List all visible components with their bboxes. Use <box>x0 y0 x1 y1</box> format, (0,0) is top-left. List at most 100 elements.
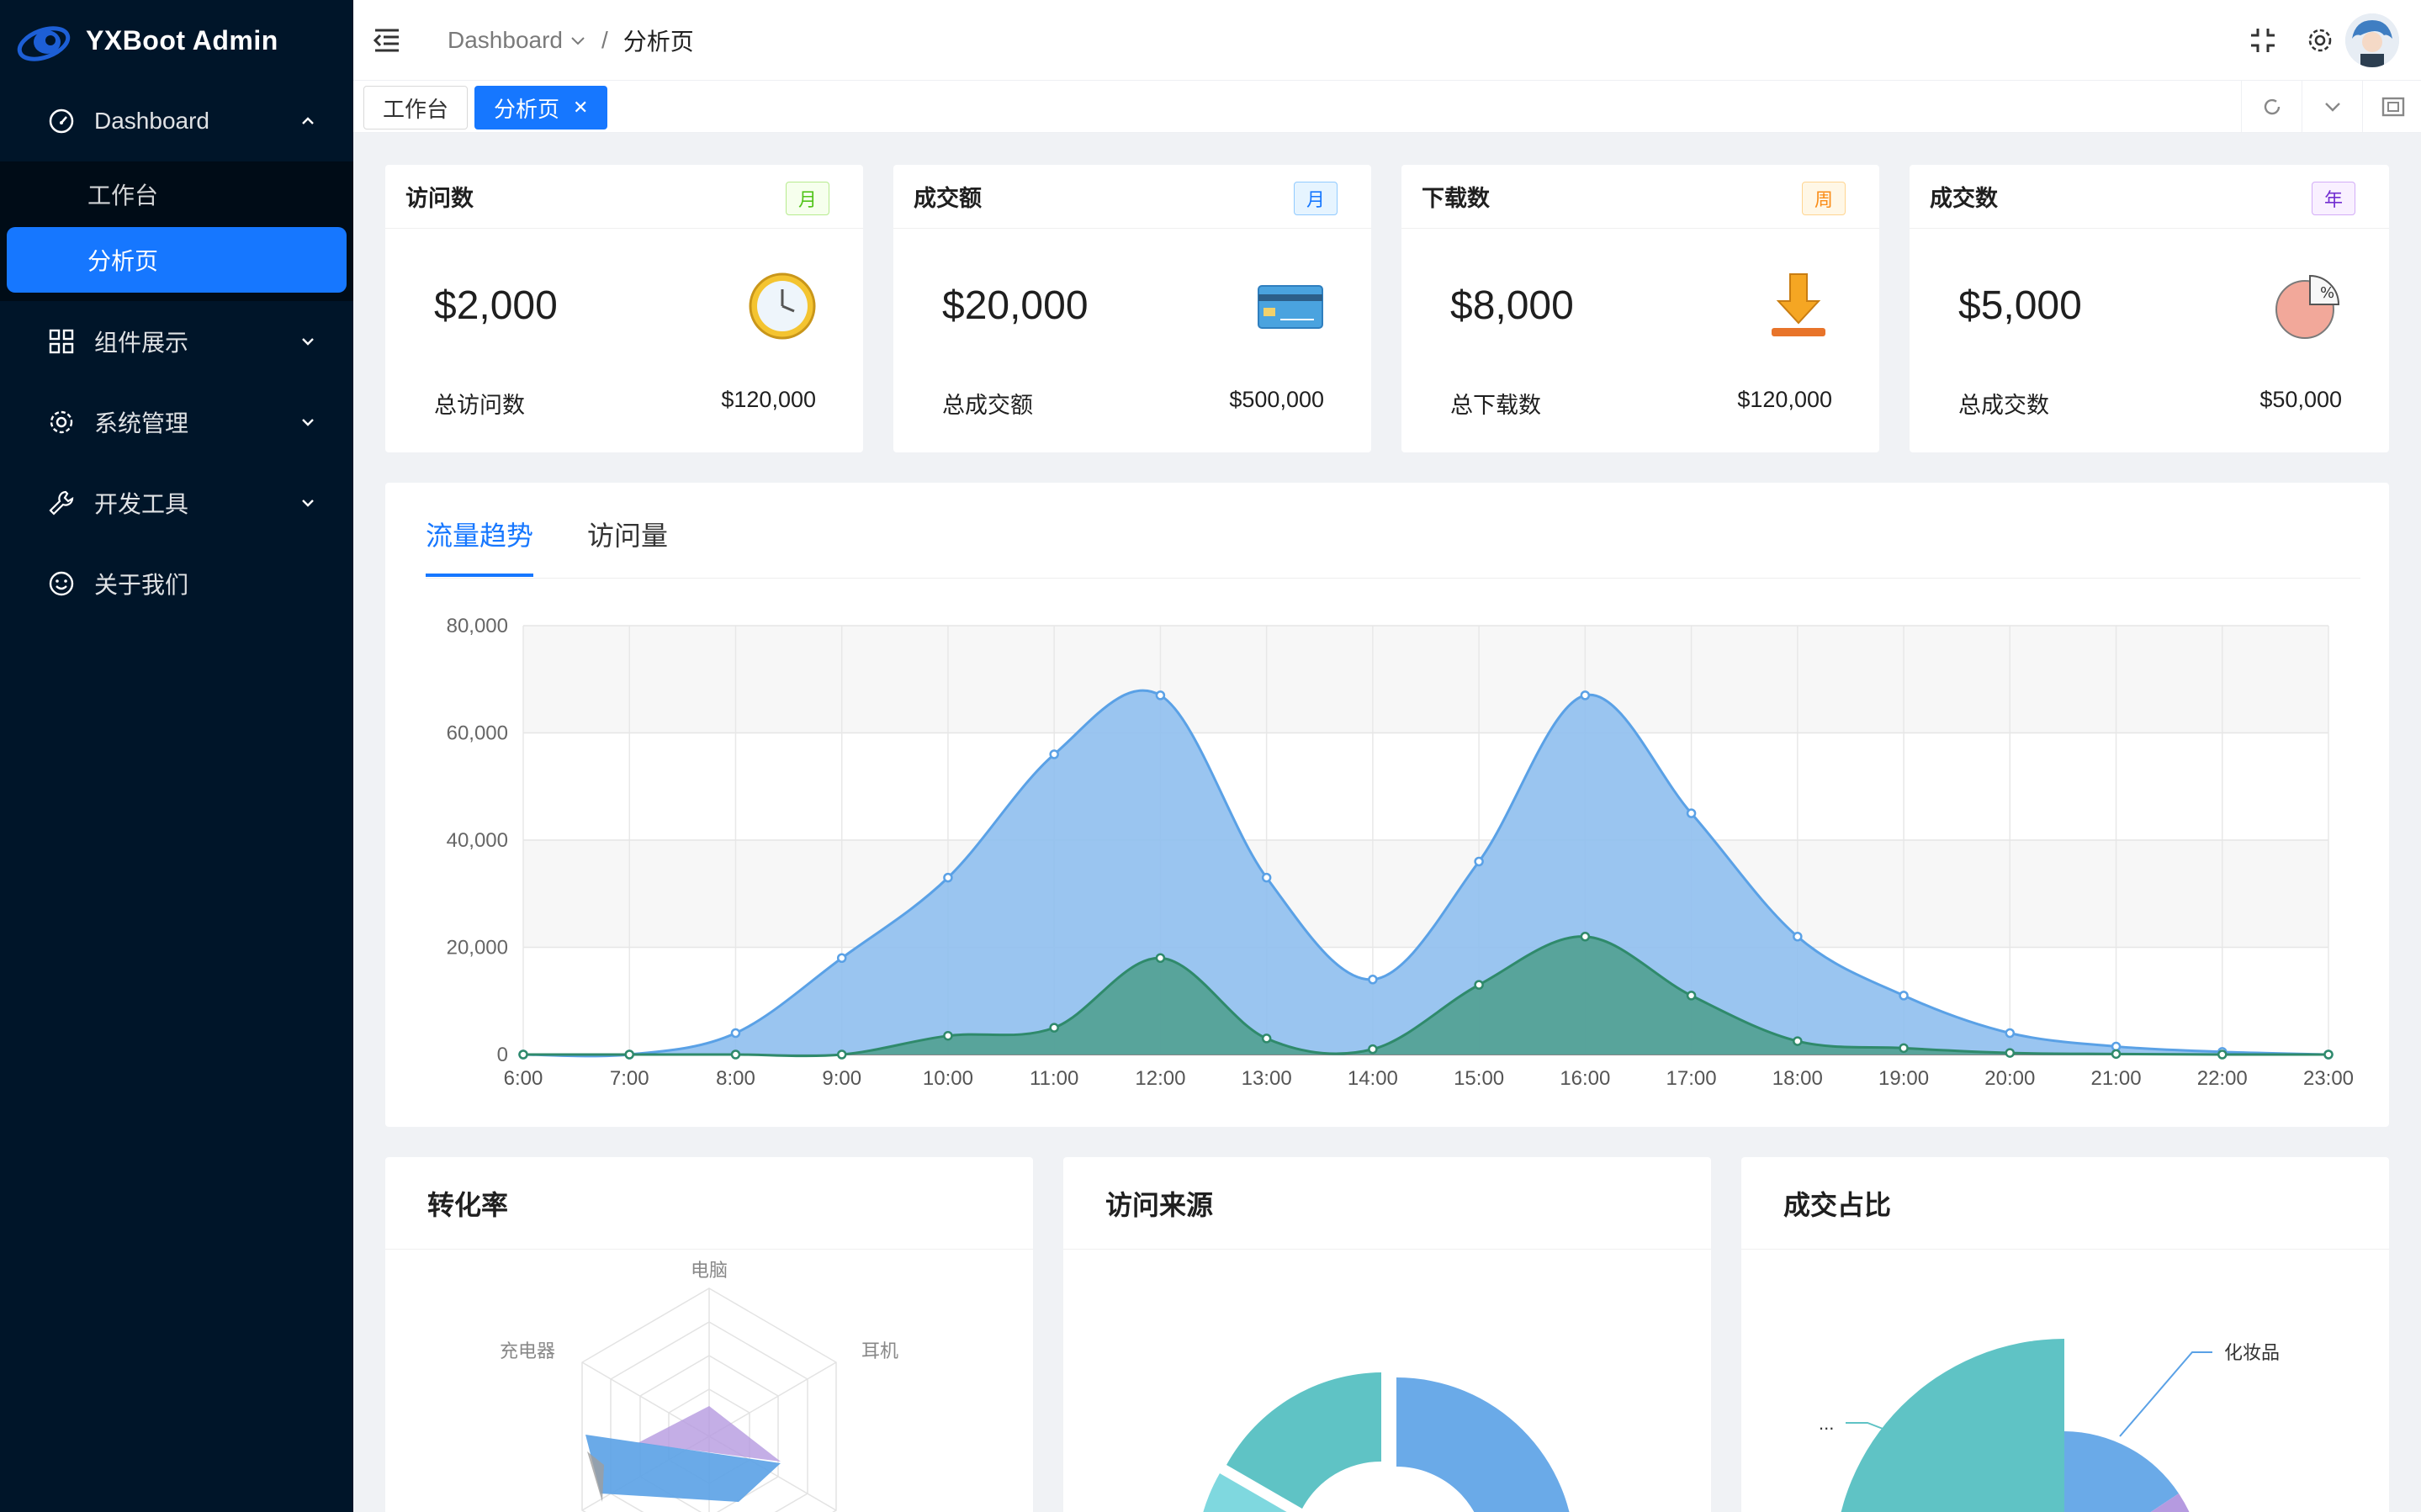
data-point <box>1049 1023 1059 1033</box>
x-tick-label: 16:00 <box>1560 1067 1610 1090</box>
breadcrumb-separator: / <box>601 27 608 53</box>
conversion-panel: 转化率 电脑 充电器 耳机 <box>385 1157 1033 1512</box>
tab-label: 分析页 <box>494 96 560 122</box>
appstore-icon <box>49 329 74 354</box>
breadcrumb-current: 分析页 <box>622 29 694 55</box>
tab-label: 工作台 <box>383 96 449 122</box>
menu-item-dashboard[interactable]: Dashboard <box>0 81 353 161</box>
tabs-fullscreen-button[interactable] <box>2362 81 2421 133</box>
stat-card-downloads: 下载数 周 $8,000 总下载数 $120,000 <box>1401 165 1879 452</box>
x-tick-label: 6:00 <box>504 1067 543 1090</box>
stat-foot-label: 总成交额 <box>942 393 1033 418</box>
reload-button[interactable] <box>2241 81 2302 133</box>
logo-icon <box>17 26 71 61</box>
panel-title: 成交占比 <box>1741 1157 2389 1250</box>
y-tick-label: 80,000 <box>447 615 508 637</box>
avatar[interactable] <box>2345 13 2399 67</box>
stat-value: $2,000 <box>434 283 558 328</box>
traffic-area-chart: 0 20,000 40,000 60,000 80,000 6:00 7:00 8:00 9:0… <box>447 615 2354 1090</box>
period-tag: 月 <box>1294 182 1338 215</box>
stat-card-turnover: 成交额 月 $20,000 总成交额 $500,000 <box>893 165 1371 452</box>
radar-label: 充电器 <box>500 1340 555 1361</box>
menu-label: 组件展示 <box>94 330 189 356</box>
stat-card-visits: 访问数 月 $2,000 总访问数 $120,000 <box>385 165 863 452</box>
sidebar-item-workbench[interactable]: 工作台 <box>7 161 347 227</box>
data-point <box>1261 1034 1272 1044</box>
data-point <box>1474 856 1484 867</box>
x-tick-label: 11:00 <box>1030 1067 1078 1090</box>
stat-foot-value: $120,000 <box>1737 387 1832 412</box>
data-point <box>1474 980 1484 990</box>
data-point <box>2005 1048 2016 1058</box>
x-tick-label: 13:00 <box>1242 1067 1292 1090</box>
period-tag: 月 <box>786 182 829 215</box>
data-point <box>836 953 847 963</box>
data-point <box>1793 1036 1803 1046</box>
tab-analysis[interactable]: 分析页 ✕ <box>474 86 608 130</box>
sidebar-item-analysis[interactable]: 分析页 <box>7 227 347 293</box>
x-tick-label: 20:00 <box>1984 1067 2035 1090</box>
avatar-image-icon <box>2345 13 2399 67</box>
data-point <box>1580 690 1591 700</box>
breadcrumb: Dashboard / 分析页 <box>448 24 694 57</box>
header: Dashboard / 分析页 <box>353 0 2421 81</box>
data-point <box>2111 1041 2122 1052</box>
menu-label: 开发工具 <box>94 491 189 517</box>
breadcrumb-dashboard[interactable]: Dashboard <box>448 27 563 54</box>
chevron-down-icon <box>302 500 314 507</box>
stat-foot-value: $120,000 <box>721 387 816 412</box>
period-tag: 年 <box>2312 182 2355 215</box>
setting-icon[interactable] <box>2305 25 2335 56</box>
stat-foot-value: $50,000 <box>2259 387 2342 412</box>
data-point <box>1049 749 1059 759</box>
pie-percent-icon: % <box>2275 274 2340 339</box>
data-point <box>730 1028 741 1039</box>
radar-chart: 电脑 充电器 耳机 <box>500 1260 898 1512</box>
stat-foot-label: 总下载数 <box>1450 393 1541 418</box>
stat-title: 成交数 <box>1930 186 1998 211</box>
data-point <box>1155 690 1166 700</box>
tabs-dropdown-button[interactable] <box>2302 81 2362 133</box>
x-tick-label: 12:00 <box>1135 1067 1185 1090</box>
x-tick-label: 7:00 <box>610 1067 649 1090</box>
x-tick-label: 9:00 <box>822 1067 861 1090</box>
stat-title: 访问数 <box>405 186 474 211</box>
app-title: YXBoot Admin <box>86 24 278 56</box>
x-tick-label: 19:00 <box>1878 1067 1929 1090</box>
menu-fold-icon[interactable] <box>372 25 402 56</box>
chevron-down-icon[interactable] <box>569 32 586 49</box>
x-tick-label: 18:00 <box>1772 1067 1823 1090</box>
credit-card-icon <box>1258 285 1323 329</box>
data-point <box>1368 1044 1378 1055</box>
tab-workbench[interactable]: 工作台 <box>363 86 469 130</box>
data-point <box>1368 975 1378 985</box>
deal-rose-chart: 化妆品 ... <box>1819 1339 2280 1512</box>
logo[interactable]: YXBoot Admin <box>0 0 353 81</box>
chevron-down-icon <box>302 338 314 346</box>
x-tick-label: 21:00 <box>2090 1067 2141 1090</box>
data-point <box>943 872 953 883</box>
x-tick-label: 15:00 <box>1454 1067 1504 1090</box>
menu-item-components[interactable]: 组件展示 <box>0 301 353 382</box>
dashboard-submenu: 工作台 分析页 <box>0 161 353 301</box>
menu-item-system[interactable]: 系统管理 <box>0 382 353 463</box>
stat-foot-label: 总访问数 <box>434 393 525 418</box>
y-tick-label: 0 <box>497 1044 508 1066</box>
traffic-card: 流量趋势 访问量 0 20,000 40,000 60,000 80,000 6:00 7:… <box>385 483 2389 1127</box>
data-point <box>2217 1049 2228 1060</box>
x-tick-label: 14:00 <box>1348 1067 1398 1090</box>
y-tick-label: 40,000 <box>447 829 508 852</box>
menu-item-devtools[interactable]: 开发工具 <box>0 463 353 543</box>
data-point <box>1793 932 1803 942</box>
data-point <box>624 1049 634 1060</box>
source-panel: 访问来源 <box>1063 1157 1711 1512</box>
menu-item-about[interactable]: 关于我们 <box>0 543 353 624</box>
close-icon[interactable]: ✕ <box>573 97 588 119</box>
stat-value: $5,000 <box>1958 283 2082 328</box>
data-point <box>1580 932 1591 942</box>
data-point <box>1155 953 1166 963</box>
download-icon <box>1772 273 1825 336</box>
deal-panel: 成交占比 化妆品 ... <box>1741 1157 2389 1512</box>
panel-title: 访问来源 <box>1063 1157 1711 1250</box>
fullscreen-icon[interactable] <box>2248 25 2278 56</box>
